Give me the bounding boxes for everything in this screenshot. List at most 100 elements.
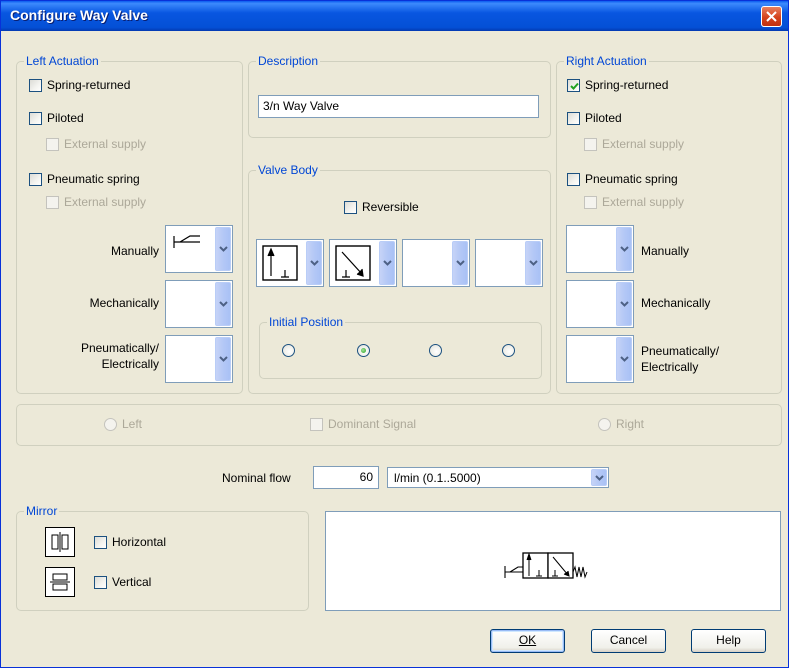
dominant-right-label: Right <box>616 417 645 431</box>
left-actuation-legend: Left Actuation <box>24 54 101 68</box>
left-electrically-label: Electrically <box>101 357 159 371</box>
title-bar[interactable]: Configure Way Valve <box>1 1 788 31</box>
left-spring-returned-label: Spring-returned <box>47 78 131 92</box>
configure-way-valve-dialog: Configure Way Valve Left Actuation Sprin… <box>0 0 789 668</box>
valve-cell-2-combo[interactable] <box>329 239 397 287</box>
description-input[interactable]: 3/n Way Valve <box>258 95 539 118</box>
valve-cell-3-dropdown-arrow[interactable] <box>452 241 468 285</box>
valve-cell-4-combo[interactable] <box>475 239 543 287</box>
valve-cell-1-dropdown-arrow[interactable] <box>306 241 322 285</box>
right-mechanically-dropdown-arrow[interactable] <box>616 282 632 326</box>
left-pneumatically-combo[interactable] <box>165 335 233 383</box>
left-piloted-external-supply-label: External supply <box>64 137 147 151</box>
initial-position-radio-4[interactable] <box>502 344 515 357</box>
left-mechanically-label: Mechanically <box>89 296 159 310</box>
help-button-label: Help <box>716 633 741 647</box>
valve-cell-4-dropdown-arrow[interactable] <box>525 241 541 285</box>
right-manually-dropdown-arrow[interactable] <box>616 227 632 271</box>
valve-cell-1-combo[interactable] <box>256 239 324 287</box>
chevron-down-icon <box>456 260 465 266</box>
close-button[interactable] <box>761 6 782 27</box>
valve-cell-3-combo[interactable] <box>402 239 470 287</box>
initial-position-radio-1[interactable] <box>282 344 295 357</box>
valve-cell-2-dropdown-arrow[interactable] <box>379 241 395 285</box>
right-piloted-external-supply-checkbox[interactable] <box>584 138 597 151</box>
dominant-left-radio[interactable] <box>104 418 117 431</box>
nominal-flow-label: Nominal flow <box>222 471 291 485</box>
mirror-horizontal-icon <box>45 527 75 557</box>
right-mechanically-label: Mechanically <box>641 296 711 310</box>
left-manually-label: Manually <box>110 244 159 258</box>
flow-unit-value: l/min (0.1..5000) <box>394 471 481 485</box>
right-piloted-checkbox[interactable] <box>567 112 580 125</box>
right-piloted-label: Piloted <box>585 111 622 125</box>
dominant-right-radio[interactable] <box>598 418 611 431</box>
close-icon <box>766 11 777 22</box>
description-legend: Description <box>256 54 321 68</box>
dominant-signal-checkbox[interactable] <box>310 418 323 431</box>
mirror-vertical-label: Vertical <box>112 575 152 589</box>
dominant-left-label: Left <box>122 417 143 431</box>
mirror-vertical-icon <box>45 567 75 597</box>
chevron-down-icon <box>219 246 228 252</box>
chevron-down-icon <box>310 260 319 266</box>
valve-preview-panel <box>325 511 781 611</box>
reversible-checkbox[interactable] <box>344 201 357 214</box>
valve-cell-flow-diagonal-icon <box>335 245 371 281</box>
chevron-down-icon <box>620 356 629 362</box>
left-pneumatically-label: Pneumatically/ <box>80 341 159 355</box>
valve-body-legend: Valve Body <box>256 163 320 177</box>
chevron-down-icon <box>595 474 604 481</box>
mirror-legend: Mirror <box>24 504 60 518</box>
window-title: Configure Way Valve <box>10 7 148 23</box>
right-pneumatic-spring-label: Pneumatic spring <box>585 172 678 186</box>
nominal-flow-input[interactable]: 60 <box>313 466 379 489</box>
flow-unit-combo[interactable]: l/min (0.1..5000) <box>387 467 609 488</box>
right-pneumatic-spring-checkbox[interactable] <box>567 173 580 186</box>
valve-cell-flow-up-icon <box>262 245 298 281</box>
chevron-down-icon <box>529 260 538 266</box>
right-electrically-label: Electrically <box>641 360 699 374</box>
right-pneumatic-external-supply-checkbox[interactable] <box>584 196 597 209</box>
ok-button[interactable]: OK <box>490 629 565 653</box>
right-pneumatic-external-supply-label: External supply <box>602 195 685 209</box>
left-pneumatic-external-supply-label: External supply <box>64 195 147 209</box>
right-pneumatically-combo[interactable] <box>566 335 634 383</box>
mirror-vertical-checkbox[interactable] <box>94 576 107 589</box>
chevron-down-icon <box>383 260 392 266</box>
radio-selected-dot <box>361 348 366 353</box>
help-button[interactable]: Help <box>691 629 766 653</box>
chevron-down-icon <box>620 301 629 307</box>
left-pneumatic-external-supply-checkbox[interactable] <box>46 196 59 209</box>
left-manually-dropdown-arrow[interactable] <box>215 227 231 271</box>
right-spring-returned-label: Spring-returned <box>585 78 669 92</box>
initial-position-radio-2[interactable] <box>357 344 370 357</box>
right-pneumatically-dropdown-arrow[interactable] <box>616 337 632 381</box>
left-pneumatic-spring-checkbox[interactable] <box>29 173 42 186</box>
right-pneumatically-label: Pneumatically/ <box>641 344 720 358</box>
right-actuation-legend: Right Actuation <box>564 54 649 68</box>
right-mechanically-combo[interactable] <box>566 280 634 328</box>
right-manually-label: Manually <box>641 244 690 258</box>
initial-position-group: Initial Position <box>259 315 542 379</box>
chevron-down-icon <box>219 356 228 362</box>
left-spring-returned-checkbox[interactable] <box>29 79 42 92</box>
left-piloted-external-supply-checkbox[interactable] <box>46 138 59 151</box>
left-manually-combo[interactable] <box>165 225 233 273</box>
checkmark-icon <box>570 82 579 90</box>
left-mechanically-combo[interactable] <box>165 280 233 328</box>
mirror-horizontal-label: Horizontal <box>112 535 167 549</box>
flow-unit-dropdown-arrow[interactable] <box>591 469 607 486</box>
mirror-horizontal-checkbox[interactable] <box>94 536 107 549</box>
left-mechanically-dropdown-arrow[interactable] <box>215 282 231 326</box>
initial-position-radio-3[interactable] <box>429 344 442 357</box>
right-piloted-external-supply-label: External supply <box>602 137 685 151</box>
reversible-label: Reversible <box>362 200 419 214</box>
right-manually-combo[interactable] <box>566 225 634 273</box>
manual-lever-icon <box>173 235 200 248</box>
cancel-button[interactable]: Cancel <box>591 629 666 653</box>
left-piloted-checkbox[interactable] <box>29 112 42 125</box>
right-spring-returned-checkbox[interactable] <box>567 79 580 92</box>
left-pneumatically-dropdown-arrow[interactable] <box>215 337 231 381</box>
ok-button-label: OK <box>518 633 537 647</box>
